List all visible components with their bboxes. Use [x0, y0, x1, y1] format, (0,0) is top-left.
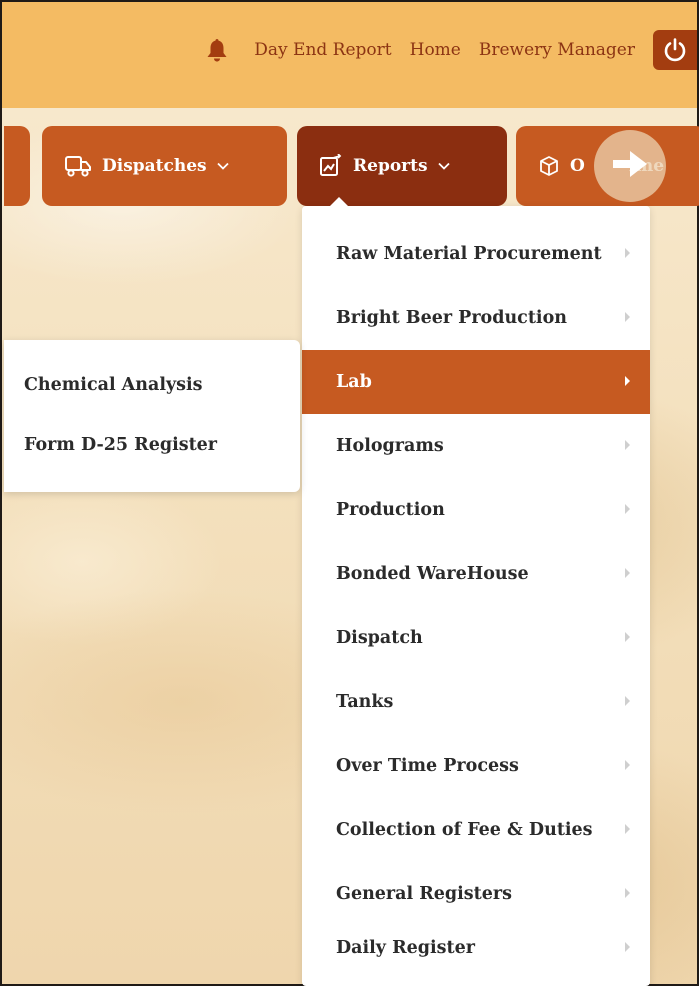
home-link[interactable]: Home — [410, 40, 461, 60]
caret-right-icon — [625, 760, 630, 770]
menu-item-label: Bonded WareHouse — [336, 564, 529, 584]
menu-item-label: Dispatch — [336, 628, 423, 648]
menu-item-bright-beer-production[interactable]: Bright Beer Production — [302, 286, 650, 350]
caret-right-icon — [625, 440, 630, 450]
report-icon — [319, 154, 343, 178]
lab-submenu: Chemical Analysis Form D-25 Register — [4, 340, 300, 492]
menu-item-over-time-process[interactable]: Over Time Process — [302, 734, 650, 798]
menu-item-holograms[interactable]: Holograms — [302, 414, 650, 478]
menu-item-previous[interactable] — [4, 126, 30, 206]
menu-item-production[interactable]: Production — [302, 478, 650, 542]
caret-right-icon — [625, 504, 630, 514]
scroll-right-button[interactable] — [594, 130, 666, 202]
submenu-item-chemical-analysis[interactable]: Chemical Analysis — [24, 375, 203, 395]
menu-item-label: Tanks — [336, 692, 394, 712]
menu-item-label: Raw Material Procurement — [336, 244, 602, 264]
menu-item-dispatch[interactable]: Dispatch — [302, 606, 650, 670]
brewery-manager-link[interactable]: Brewery Manager — [479, 40, 635, 60]
day-end-report-link[interactable]: Day End Report — [254, 40, 391, 60]
menu-item-label: Over Time Process — [336, 756, 519, 776]
submenu-item-form-d25-register[interactable]: Form D-25 Register — [24, 435, 217, 455]
truck-icon — [64, 154, 92, 178]
reports-label: Reports — [353, 156, 428, 176]
menu-item-raw-material-procurement[interactable]: Raw Material Procurement — [302, 222, 650, 286]
menu-item-collection-of-fee-duties[interactable]: Collection of Fee & Duties — [302, 798, 650, 862]
menu-item-label: Daily Register — [336, 938, 475, 958]
caret-right-icon — [625, 312, 630, 322]
top-header: Day End Report Home Brewery Manager — [2, 2, 697, 108]
caret-right-icon — [625, 376, 630, 386]
menu-item-label: Collection of Fee & Duties — [336, 820, 593, 840]
caret-right-icon — [625, 696, 630, 706]
menu-item-tanks[interactable]: Tanks — [302, 670, 650, 734]
menu-item-dispatches[interactable]: Dispatches — [42, 126, 287, 206]
menu-item-label: General Registers — [336, 884, 512, 904]
arrow-right-icon — [610, 147, 650, 185]
top-nav: Day End Report Home Brewery Manager — [206, 30, 697, 70]
bell-icon[interactable] — [206, 38, 228, 62]
dispatches-label: Dispatches — [102, 156, 207, 176]
menu-item-label: Lab — [336, 372, 372, 392]
menu-item-bonded-warehouse[interactable]: Bonded WareHouse — [302, 542, 650, 606]
box-icon — [538, 155, 560, 177]
menu-item-daily-register[interactable]: Daily Register — [302, 916, 650, 980]
caret-right-icon — [625, 888, 630, 898]
overtime-label-head: O — [570, 156, 585, 176]
menu-item-label: Bright Beer Production — [336, 308, 567, 328]
menu-item-reports[interactable]: Reports — [297, 126, 507, 206]
caret-right-icon — [625, 568, 630, 578]
caret-right-icon — [625, 248, 630, 258]
power-icon[interactable] — [653, 30, 697, 70]
menu-item-lab[interactable]: Lab — [302, 350, 650, 414]
chevron-down-icon — [216, 162, 229, 170]
chevron-down-icon — [437, 162, 450, 170]
reports-dropdown: Raw Material Procurement Bright Beer Pro… — [302, 197, 650, 986]
caret-right-icon — [625, 632, 630, 642]
menu-item-label: Production — [336, 500, 445, 520]
menu-item-label: Holograms — [336, 436, 444, 456]
caret-right-icon — [625, 942, 630, 952]
caret-right-icon — [625, 824, 630, 834]
